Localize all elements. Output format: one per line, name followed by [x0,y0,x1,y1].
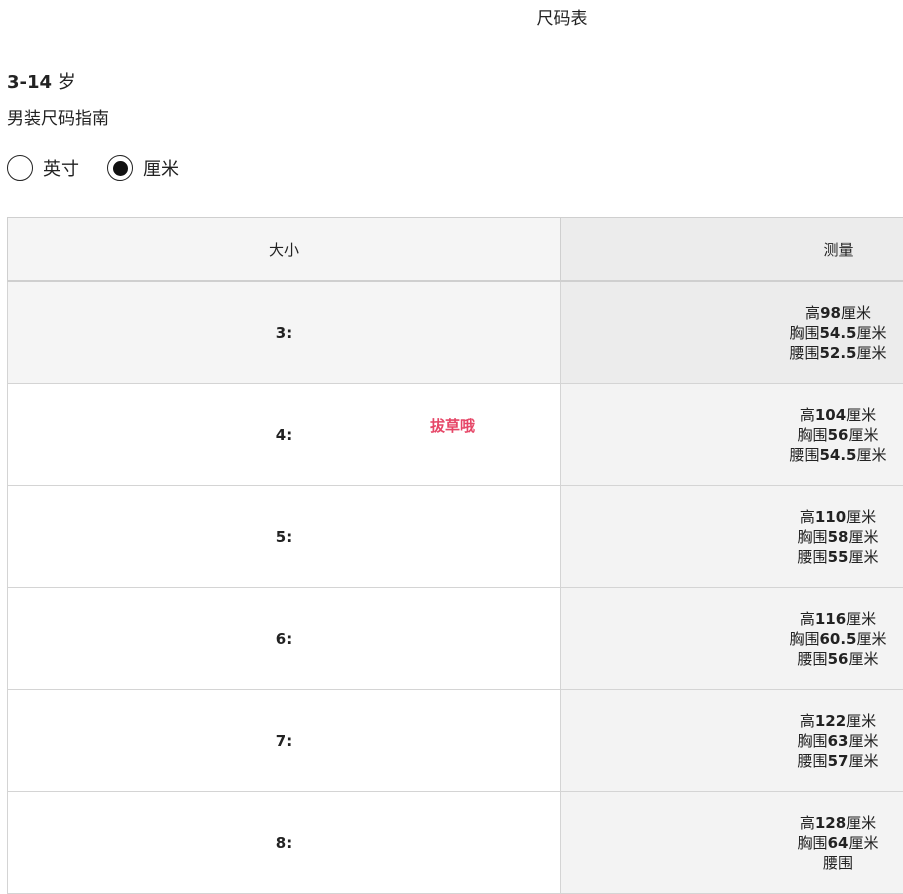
waist-measurement: 腰围55厘米 [788,547,888,567]
unit-option-inch[interactable]: 英寸 [7,155,79,181]
age-range-unit: 岁 [58,72,76,93]
size-cell: 8: [8,792,561,894]
table-row: 6: 高116厘米 胸围60.5厘米 腰围56厘米 [8,588,903,690]
measurement-cell: 高110厘米 胸围58厘米 腰围55厘米 [561,486,903,588]
radio-unselected-icon[interactable] [7,155,33,181]
size-cell: 7: [8,690,561,792]
measurement-cell: 高128厘米 胸围64厘米 腰围 [561,792,903,894]
size-chart-table: 大小 测量 3: 高98厘米 胸围54.5厘米 腰围52.5厘米 4: 高104… [7,217,903,894]
chest-measurement: 胸围60.5厘米 [788,629,888,649]
waist-measurement: 腰围52.5厘米 [788,343,888,363]
unit-option-cm[interactable]: 厘米 [107,155,179,181]
height-measurement: 高110厘米 [788,507,888,527]
unit-toggle: 英寸 厘米 [7,155,207,181]
measurement-cell: 高122厘米 胸围63厘米 腰围57厘米 [561,690,903,792]
table-row: 3: 高98厘米 胸围54.5厘米 腰围52.5厘米 [8,281,903,384]
table-header-row: 大小 测量 [8,218,903,282]
chest-measurement: 胸围54.5厘米 [788,323,888,343]
age-range-number: 3-14 [7,72,52,93]
radio-dot [113,161,128,176]
chest-measurement: 胸围64厘米 [788,833,888,853]
table-body: 3: 高98厘米 胸围54.5厘米 腰围52.5厘米 4: 高104厘米 胸围5… [8,281,903,894]
measurement-cell: 高116厘米 胸围60.5厘米 腰围56厘米 [561,588,903,690]
size-guide-subtitle: 男装尺码指南 [7,104,109,129]
table-row: 7: 高122厘米 胸围63厘米 腰围57厘米 [8,690,903,792]
measurement-cell: 高104厘米 胸围56厘米 腰围54.5厘米 [561,384,903,486]
column-header-size: 大小 [8,218,561,282]
waist-measurement: 腰围57厘米 [788,751,888,771]
chest-measurement: 胸围58厘米 [788,527,888,547]
watermark-logo: 拔草哦 [430,415,475,436]
height-measurement: 高116厘米 [788,609,888,629]
size-cell: 4: [8,384,561,486]
waist-measurement: 腰围54.5厘米 [788,445,888,465]
chest-measurement: 胸围56厘米 [788,425,888,445]
unit-option-label: 厘米 [143,155,179,181]
height-measurement: 高98厘米 [788,303,888,323]
page-title: 尺码表 [0,4,903,29]
waist-measurement: 腰围56厘米 [788,649,888,669]
radio-selected-icon[interactable] [107,155,133,181]
height-measurement: 高104厘米 [788,405,888,425]
unit-option-label: 英寸 [43,155,79,181]
height-measurement: 高122厘米 [788,711,888,731]
size-cell: 5: [8,486,561,588]
table-row: 8: 高128厘米 胸围64厘米 腰围 [8,792,903,894]
chest-measurement: 胸围63厘米 [788,731,888,751]
age-range-heading: 3-14 岁 [7,68,76,94]
measurement-cell: 高98厘米 胸围54.5厘米 腰围52.5厘米 [561,281,903,384]
table-row: 5: 高110厘米 胸围58厘米 腰围55厘米 [8,486,903,588]
size-cell: 6: [8,588,561,690]
waist-measurement: 腰围 [788,853,888,873]
size-cell: 3: [8,281,561,384]
height-measurement: 高128厘米 [788,813,888,833]
column-header-measurement: 测量 [561,218,903,282]
